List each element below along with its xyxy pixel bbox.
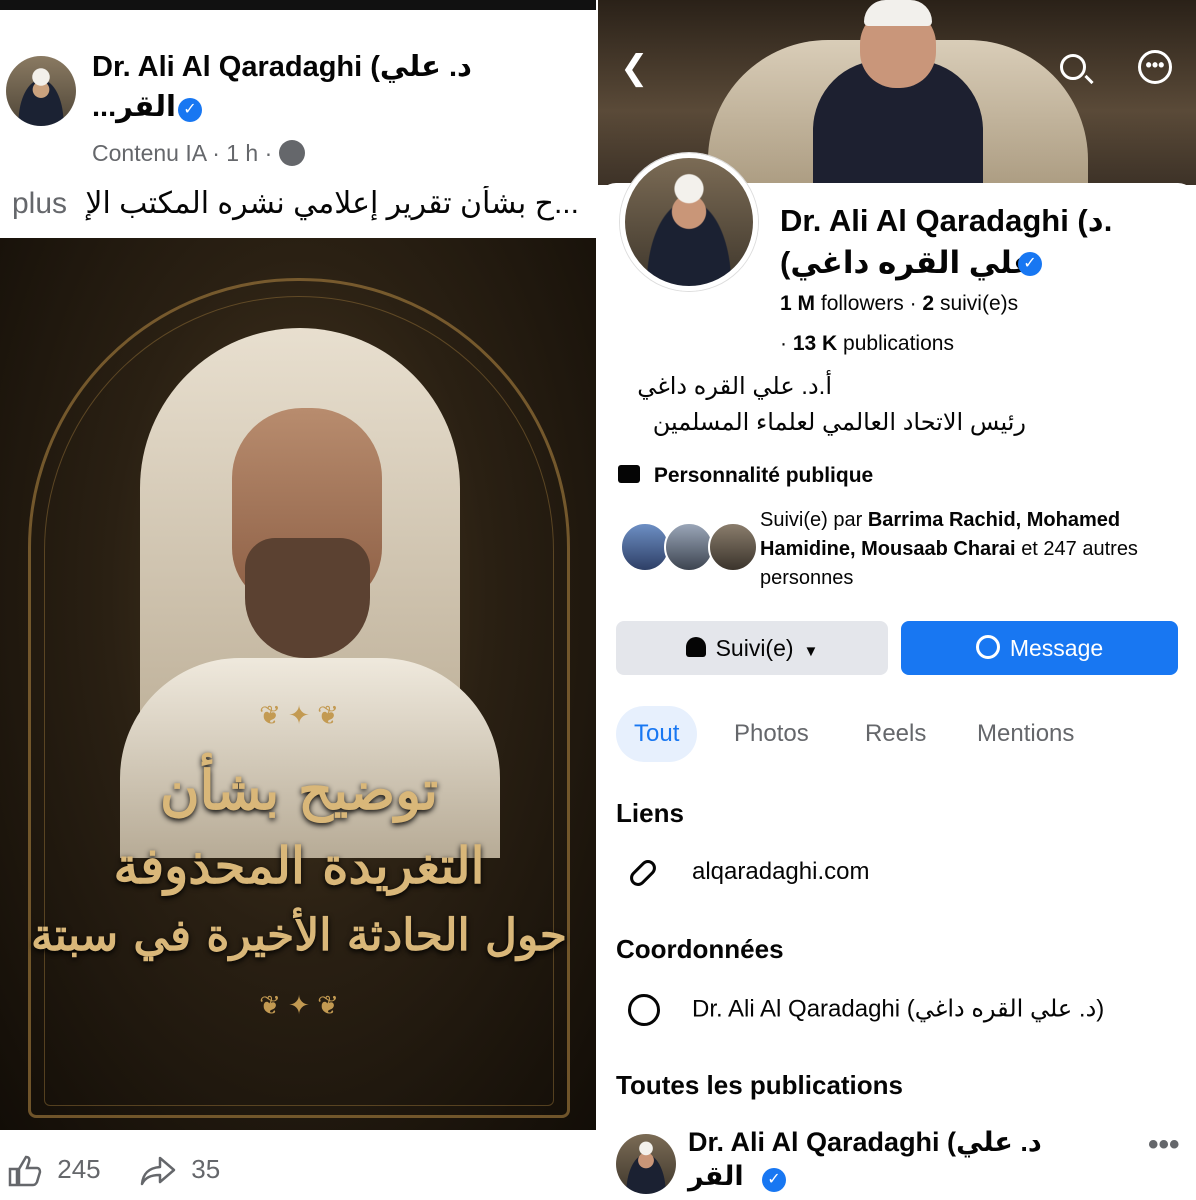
- messenger-icon: [628, 994, 660, 1026]
- post-author-name[interactable]: Dr. Ali Al Qaradaghi (د. علي: [92, 48, 512, 86]
- tab-tout[interactable]: Tout: [616, 706, 698, 762]
- image-headline-2: التغريدة المحذوفة: [113, 836, 485, 895]
- post-text-body: ح بشأن تقرير إعلامي نشره المكتب الإ...: [85, 187, 579, 220]
- mutual-followers-text[interactable]: Suivi(e) par Barrima Rachid, Mohamed Ham…: [760, 506, 1180, 593]
- message-button[interactable]: Message: [901, 621, 1178, 675]
- followers-count[interactable]: 1 M: [780, 292, 815, 315]
- website-text: alqaradaghi.com: [692, 858, 870, 885]
- like-button[interactable]: 245: [8, 1154, 101, 1187]
- publication-stats: · 13 K publications: [780, 332, 954, 356]
- follow-stats: 1 M followers · 2 suivi(e)s: [780, 292, 1018, 316]
- post-preview-author-continued[interactable]: القر: [688, 1158, 744, 1194]
- search-icon[interactable]: [1060, 54, 1086, 80]
- see-more-link[interactable]: plus: [12, 187, 67, 220]
- publications-label: publications: [843, 332, 954, 355]
- bio-line-2: رئيس الاتحاد العالمي لعلماء المسلمين: [652, 409, 1026, 436]
- following-count[interactable]: 2: [922, 292, 934, 315]
- share-count: 35: [191, 1154, 221, 1184]
- verified-icon: ✓: [762, 1168, 786, 1192]
- following-label[interactable]: suivi(e)s: [940, 292, 1018, 315]
- messenger-contact-name: Dr. Ali Al Qaradaghi (د. علي القره داغي): [692, 995, 1105, 1023]
- category-row: Personnalité publique: [618, 464, 873, 488]
- tab-reels[interactable]: Reels: [847, 706, 944, 762]
- all-posts-title: Toutes les publications: [616, 1070, 904, 1100]
- avatar: [620, 522, 670, 572]
- like-icon: [8, 1155, 42, 1187]
- like-count: 245: [57, 1154, 101, 1184]
- publications-count: 13 K: [792, 332, 838, 355]
- profile-tabs: Tout Photos Reels Mentions: [616, 706, 1176, 762]
- profile-panel: ❮ ••• Dr. Ali Al Qaradaghi (د. علي القره…: [598, 0, 1196, 1200]
- tab-mentions[interactable]: Mentions: [959, 706, 1092, 762]
- stats-separator: ·: [909, 292, 923, 315]
- globe-icon: [278, 139, 305, 166]
- contact-title: Coordonnées: [616, 934, 784, 964]
- links-title: Liens: [616, 798, 684, 828]
- post-actions-bar: 245 35: [0, 1130, 598, 1200]
- profile-name: Dr. Ali Al Qaradaghi (د.: [780, 203, 1113, 238]
- profile-avatar[interactable]: [620, 153, 758, 291]
- ornament-top: ❦ ✦ ❦: [259, 700, 339, 730]
- bell-icon: [685, 636, 706, 657]
- website-link[interactable]: alqaradaghi.com: [626, 856, 870, 889]
- image-headline-1: توضيح بشأن: [159, 758, 439, 822]
- back-icon[interactable]: ❮: [620, 48, 649, 88]
- share-button[interactable]: 35: [140, 1154, 220, 1186]
- cover-person-hat: [864, 0, 932, 26]
- tab-photos[interactable]: Photos: [716, 706, 827, 762]
- more-icon[interactable]: •••: [1138, 50, 1172, 84]
- verified-icon: ✓: [1018, 252, 1042, 276]
- post-meta: Contenu IA · 1 h ·: [92, 139, 305, 168]
- followers-label[interactable]: followers: [821, 292, 904, 315]
- image-headline-3: حول الحادثة الأخيرة في سبتة: [31, 910, 567, 961]
- verified-icon: ✓: [178, 98, 202, 122]
- bio-line-1: أ.د. علي القره داغي: [637, 373, 832, 400]
- share-icon: [140, 1156, 176, 1186]
- post-meta-text: Contenu IA · 1 h ·: [92, 140, 273, 166]
- post-image[interactable]: ❦ ✦ ❦ توضيح بشأن التغريدة المحذوفة حول ا…: [0, 238, 598, 1130]
- post-preview-avatar[interactable]: [616, 1134, 676, 1194]
- portrait-beard: [245, 538, 370, 658]
- post-author-name-continued[interactable]: القر...: [92, 88, 176, 126]
- top-strip: [0, 0, 598, 10]
- avatar: [664, 522, 714, 572]
- profile-name-continued: علي القره داغي): [780, 245, 1034, 280]
- link-icon: [626, 856, 660, 889]
- post-preview-author[interactable]: Dr. Ali Al Qaradaghi (د. علي: [688, 1124, 1068, 1160]
- post-options-icon[interactable]: •••: [1148, 1128, 1180, 1162]
- messenger-icon: [975, 634, 1000, 659]
- following-button[interactable]: Suivi(e) ▼: [616, 621, 888, 675]
- following-button-label: Suivi(e): [715, 635, 794, 661]
- message-button-label: Message: [1009, 635, 1104, 661]
- post-panel: Dr. Ali Al Qaradaghi (د. علي القر... ✓ C…: [0, 0, 598, 1200]
- post-text: plus ح بشأن تقرير إعلامي نشره المكتب الإ…: [12, 186, 598, 221]
- post-author-avatar[interactable]: [6, 56, 76, 126]
- avatar: [708, 522, 758, 572]
- ornament-bottom: ❦ ✦ ❦: [259, 990, 339, 1020]
- caret-down-icon: ▼: [803, 643, 819, 660]
- stats-separator: ·: [780, 332, 793, 355]
- mutual-followers-avatars[interactable]: [620, 522, 760, 574]
- messenger-contact[interactable]: Dr. Ali Al Qaradaghi (د. علي القره داغي): [628, 994, 1104, 1026]
- category-icon: [618, 465, 640, 484]
- category-label: Personnalité publique: [653, 464, 874, 487]
- mutual-prefix: Suivi(e) par: [760, 509, 863, 531]
